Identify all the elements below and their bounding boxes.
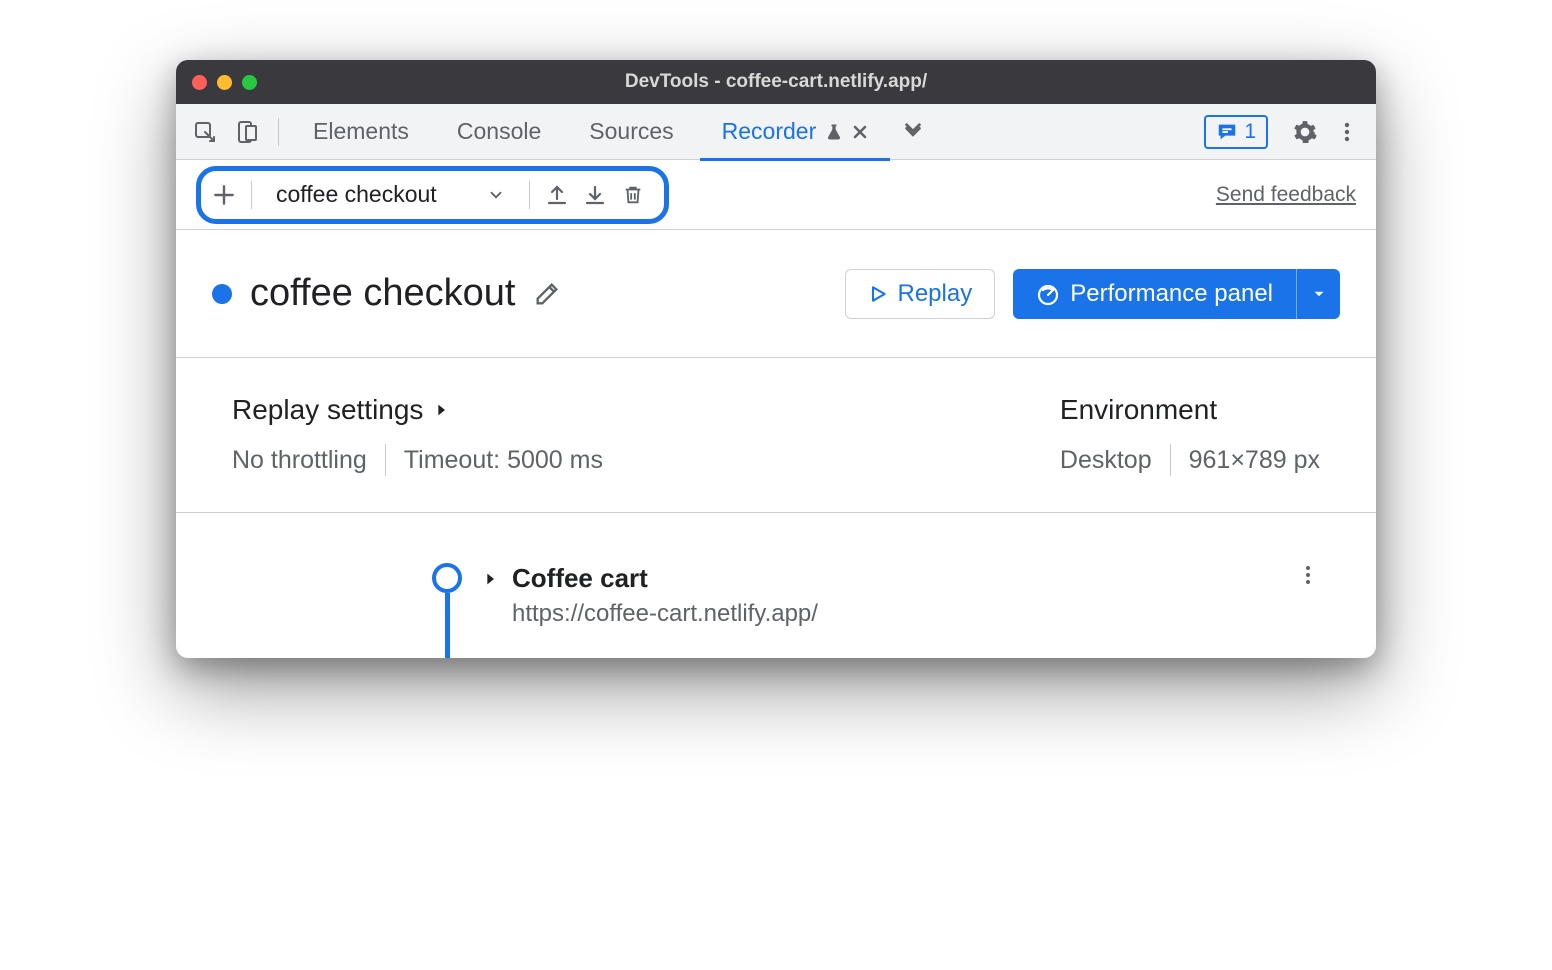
message-icon xyxy=(1216,121,1238,143)
replay-settings-values: No throttling Timeout: 5000 ms xyxy=(232,444,603,476)
send-feedback-link[interactable]: Send feedback xyxy=(1216,183,1356,207)
separator xyxy=(251,181,252,209)
dimensions-value: 961×789 px xyxy=(1189,446,1320,475)
issues-badge[interactable]: 1 xyxy=(1204,115,1268,149)
replay-button[interactable]: Replay xyxy=(845,269,996,319)
edit-title-icon[interactable] xyxy=(533,280,561,308)
flask-icon xyxy=(824,122,844,142)
tab-console[interactable]: Console xyxy=(435,104,563,160)
recording-title: coffee checkout xyxy=(250,272,515,315)
more-menu-icon[interactable] xyxy=(1328,113,1366,151)
inspect-element-icon[interactable] xyxy=(186,113,224,151)
device-value: Desktop xyxy=(1060,446,1152,475)
window-titlebar: DevTools - coffee-cart.netlify.app/ xyxy=(176,60,1376,104)
separator xyxy=(1170,444,1171,476)
replay-button-label: Replay xyxy=(898,280,973,308)
performance-panel-button[interactable]: Performance panel xyxy=(1013,269,1296,319)
tab-sources[interactable]: Sources xyxy=(567,104,695,160)
performance-panel-label: Performance panel xyxy=(1070,280,1273,308)
timeout-value: Timeout: 5000 ms xyxy=(404,446,603,475)
settings-gear-icon[interactable] xyxy=(1286,113,1324,151)
step-url: https://coffee-cart.netlify.app/ xyxy=(512,600,818,628)
settings-row: Replay settings No throttling Timeout: 5… xyxy=(176,358,1376,513)
tab-recorder[interactable]: Recorder xyxy=(700,104,891,160)
environment-section: Environment Desktop 961×789 px xyxy=(1060,394,1320,476)
replay-settings-section: Replay settings No throttling Timeout: 5… xyxy=(232,394,603,476)
minimize-window-button[interactable] xyxy=(217,75,232,90)
gauge-icon xyxy=(1036,282,1060,306)
step-node-icon xyxy=(432,563,462,593)
issues-count: 1 xyxy=(1244,120,1256,144)
traffic-lights xyxy=(192,75,257,90)
recording-dropdown-label: coffee checkout xyxy=(276,181,437,208)
recording-dropdown[interactable]: coffee checkout xyxy=(260,181,521,208)
more-tabs-icon[interactable] xyxy=(894,113,932,151)
close-tab-icon[interactable] xyxy=(852,124,868,140)
close-window-button[interactable] xyxy=(192,75,207,90)
window-title: DevTools - coffee-cart.netlify.app/ xyxy=(176,71,1376,93)
performance-panel-split-button: Performance panel xyxy=(1013,269,1340,319)
step-row[interactable]: Coffee cart https://coffee-cart.netlify.… xyxy=(232,563,1320,628)
timeline-connector xyxy=(445,593,450,658)
replay-settings-toggle[interactable]: Replay settings xyxy=(232,394,603,426)
separator xyxy=(529,181,530,209)
import-icon[interactable] xyxy=(576,176,614,214)
replay-settings-label: Replay settings xyxy=(232,394,423,426)
play-icon xyxy=(868,284,888,304)
environment-heading: Environment xyxy=(1060,394,1320,426)
recording-controls-highlight: coffee checkout xyxy=(196,166,669,224)
export-icon[interactable] xyxy=(538,176,576,214)
performance-panel-dropdown[interactable] xyxy=(1296,269,1340,319)
steps-timeline: Coffee cart https://coffee-cart.netlify.… xyxy=(176,513,1376,658)
step-more-menu-icon[interactable] xyxy=(1296,563,1320,587)
devtools-tabs: Elements Console Sources Recorder 1 xyxy=(176,104,1376,160)
environment-label: Environment xyxy=(1060,394,1217,426)
recorder-toolbar: coffee checkout Send feedback xyxy=(176,160,1376,230)
separator xyxy=(385,444,386,476)
recording-header: coffee checkout Replay Performance panel xyxy=(176,230,1376,358)
environment-values: Desktop 961×789 px xyxy=(1060,444,1320,476)
devtools-window: DevTools - coffee-cart.netlify.app/ Elem… xyxy=(176,60,1376,658)
chevron-down-icon xyxy=(487,186,505,204)
caret-right-icon[interactable] xyxy=(482,571,498,587)
step-title: Coffee cart xyxy=(512,563,648,594)
zoom-window-button[interactable] xyxy=(242,75,257,90)
recording-status-dot xyxy=(212,284,232,304)
delete-icon[interactable] xyxy=(614,176,652,214)
add-recording-icon[interactable] xyxy=(205,176,243,214)
device-toolbar-icon[interactable] xyxy=(228,113,266,151)
tab-elements[interactable]: Elements xyxy=(291,104,431,160)
tab-recorder-label: Recorder xyxy=(722,118,817,145)
caret-right-icon xyxy=(433,402,449,418)
throttling-value: No throttling xyxy=(232,446,367,475)
step-body: Coffee cart https://coffee-cart.netlify.… xyxy=(482,563,818,628)
separator xyxy=(278,118,279,146)
